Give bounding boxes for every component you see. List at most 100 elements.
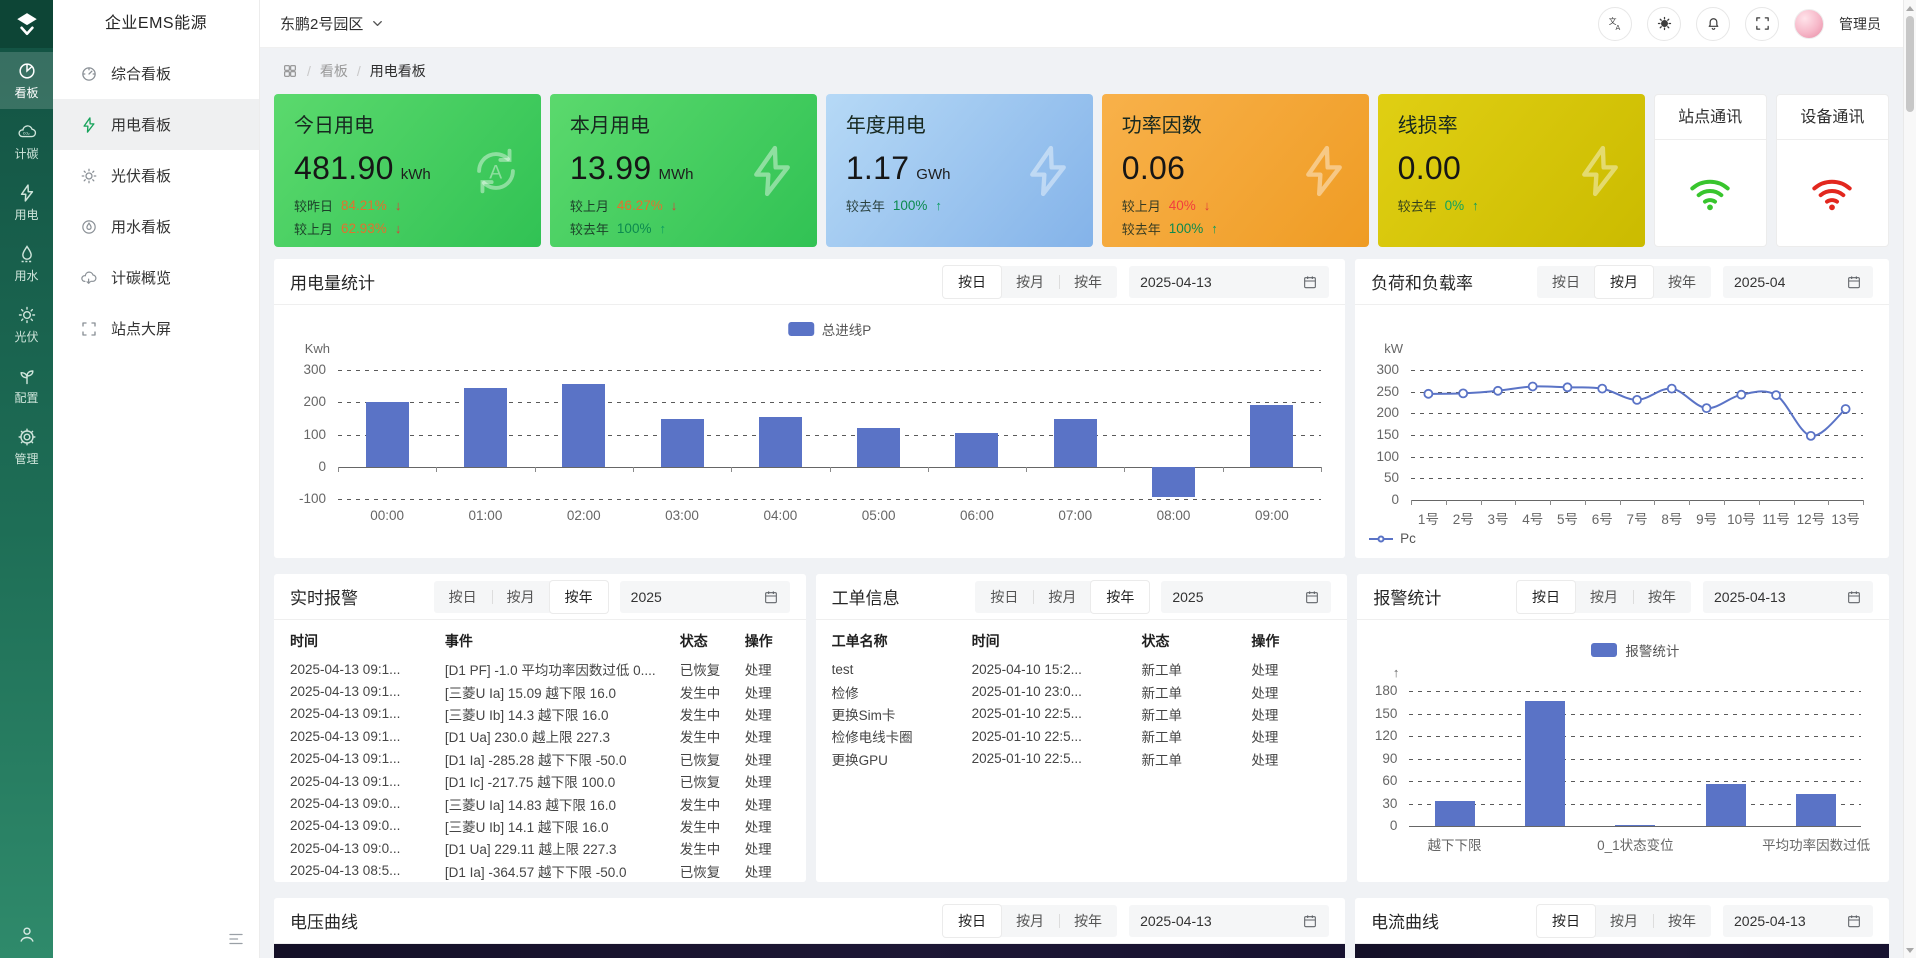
- date-picker[interactable]: 2025-04-13: [1723, 904, 1873, 937]
- rail-item-config[interactable]: 配置: [0, 357, 53, 414]
- tab-按月[interactable]: 按月: [491, 581, 550, 613]
- bar-idx1[interactable]: [1524, 700, 1565, 826]
- action-link[interactable]: 处理: [745, 860, 790, 882]
- breadcrumb-item[interactable]: 看板: [320, 61, 348, 81]
- action-link[interactable]: 处理: [1251, 748, 1331, 770]
- chart-legend[interactable]: Pc: [1369, 531, 1416, 546]
- tab-按年[interactable]: 按年: [1653, 266, 1711, 298]
- action-link[interactable]: 处理: [1251, 725, 1331, 747]
- translate-icon[interactable]: 文A: [1598, 6, 1632, 41]
- bar-02:00[interactable]: [562, 383, 606, 467]
- action-link[interactable]: 处理: [1251, 658, 1331, 680]
- date-picker[interactable]: 2025: [1161, 580, 1332, 613]
- date-picker[interactable]: 2025-04-13: [1129, 265, 1330, 298]
- date-picker[interactable]: 2025-04: [1723, 265, 1873, 298]
- data-point-4号[interactable]: [1527, 381, 1538, 392]
- scroll-up-icon[interactable]: [1904, 1, 1916, 15]
- sidebar-collapse-icon[interactable]: [53, 930, 259, 958]
- chart-legend[interactable]: 总进线P: [787, 319, 871, 339]
- rail-item-dashboard[interactable]: 看板: [0, 52, 53, 109]
- grid-icon[interactable]: [282, 63, 298, 79]
- vertical-scrollbar[interactable]: [1903, 0, 1916, 958]
- data-point-5号[interactable]: [1562, 382, 1573, 393]
- bar-01:00[interactable]: [463, 388, 507, 467]
- bar-03:00[interactable]: [660, 419, 704, 467]
- tab-按月[interactable]: 按月: [1595, 905, 1653, 937]
- data-point-1号[interactable]: [1423, 388, 1434, 399]
- bar-08:00[interactable]: [1152, 466, 1196, 498]
- tab-按日[interactable]: 按日: [975, 581, 1033, 613]
- bar-09:00[interactable]: [1250, 405, 1294, 467]
- park-selector[interactable]: 东鹏2号园区: [280, 13, 385, 34]
- data-point-9号[interactable]: [1701, 403, 1712, 414]
- tab-按年[interactable]: 按年: [1059, 905, 1117, 937]
- app-logo-icon[interactable]: [0, 0, 53, 48]
- action-link[interactable]: 处理: [745, 837, 790, 859]
- action-link[interactable]: 处理: [745, 770, 790, 792]
- user-avatar[interactable]: [1794, 8, 1824, 39]
- tab-按年[interactable]: 按年: [1633, 581, 1691, 613]
- chart-legend[interactable]: 报警统计: [1591, 640, 1679, 660]
- tab-按日[interactable]: 按日: [1537, 266, 1595, 298]
- bar-00:00[interactable]: [365, 401, 409, 467]
- tab-按年[interactable]: 按年: [1653, 905, 1711, 937]
- data-point-3号[interactable]: [1493, 385, 1503, 396]
- bar-平均功率因数过低[interactable]: [1796, 793, 1837, 826]
- data-point-7号[interactable]: [1632, 395, 1642, 405]
- sidebar-item-site-bigscreen[interactable]: 站点大屏: [53, 303, 259, 354]
- sidebar-item-solar-board[interactable]: 光伏看板: [53, 150, 259, 201]
- tab-按月[interactable]: 按月: [1001, 266, 1059, 298]
- sidebar-item-overview-board[interactable]: 综合看板: [53, 48, 259, 99]
- rail-item-water[interactable]: 用水: [0, 235, 53, 292]
- rail-item-carbon[interactable]: co₂ 计碳: [0, 113, 53, 170]
- tab-按日[interactable]: 按日: [1517, 580, 1576, 613]
- bar-0_1状态变位[interactable]: [1615, 824, 1656, 826]
- data-point-6号[interactable]: [1597, 383, 1608, 394]
- date-picker[interactable]: 2025-04-13: [1129, 904, 1330, 937]
- action-link[interactable]: 处理: [745, 658, 790, 680]
- rail-item-solar[interactable]: 光伏: [0, 296, 53, 353]
- action-link[interactable]: 处理: [745, 703, 790, 725]
- rail-item-admin[interactable]: 管理: [0, 418, 53, 475]
- data-point-10号[interactable]: [1736, 389, 1747, 400]
- action-link[interactable]: 处理: [745, 748, 790, 770]
- bell-icon[interactable]: [1696, 6, 1730, 41]
- data-point-13号[interactable]: [1840, 404, 1851, 414]
- action-link[interactable]: 处理: [745, 815, 790, 837]
- scroll-down-icon[interactable]: [1904, 943, 1916, 957]
- tab-按日[interactable]: 按日: [434, 581, 492, 613]
- data-point-2号[interactable]: [1458, 388, 1469, 399]
- bar-idx3[interactable]: [1705, 784, 1746, 826]
- date-picker[interactable]: 2025-04-13: [1703, 580, 1874, 613]
- tab-按月[interactable]: 按月: [1001, 905, 1059, 937]
- tab-按日[interactable]: 按日: [943, 265, 1002, 298]
- tab-按年[interactable]: 按年: [549, 580, 608, 613]
- rail-item-electricity[interactable]: 用电: [0, 174, 53, 231]
- date-picker[interactable]: 2025: [619, 580, 790, 613]
- action-link[interactable]: 处理: [745, 680, 790, 702]
- tab-按月[interactable]: 按月: [1595, 265, 1653, 298]
- scrollbar-thumb[interactable]: [1906, 16, 1914, 112]
- sidebar-item-water-board[interactable]: 用水看板: [53, 201, 259, 252]
- bar-越下下限[interactable]: [1434, 801, 1475, 826]
- data-point-8号[interactable]: [1666, 383, 1677, 394]
- bar-04:00[interactable]: [758, 417, 802, 467]
- action-link[interactable]: 处理: [1251, 703, 1331, 725]
- theme-icon[interactable]: [1647, 6, 1681, 41]
- rail-user-icon[interactable]: [0, 912, 53, 958]
- action-link[interactable]: 处理: [745, 725, 790, 747]
- fullscreen-icon[interactable]: [1745, 6, 1779, 41]
- data-point-11号[interactable]: [1771, 390, 1782, 401]
- tab-按年[interactable]: 按年: [1091, 580, 1150, 613]
- action-link[interactable]: 处理: [745, 792, 790, 814]
- sidebar-item-electricity-board[interactable]: 用电看板: [53, 99, 259, 150]
- bar-06:00[interactable]: [955, 433, 999, 467]
- tab-按月[interactable]: 按月: [1033, 581, 1091, 613]
- tab-按日[interactable]: 按日: [1537, 904, 1595, 937]
- bar-05:00[interactable]: [857, 427, 901, 467]
- sidebar-item-carbon-overview[interactable]: 计碳概览: [53, 252, 259, 303]
- bar-07:00[interactable]: [1053, 419, 1097, 467]
- data-point-12号[interactable]: [1806, 430, 1816, 441]
- tab-按日[interactable]: 按日: [943, 904, 1002, 937]
- tab-按年[interactable]: 按年: [1059, 266, 1117, 298]
